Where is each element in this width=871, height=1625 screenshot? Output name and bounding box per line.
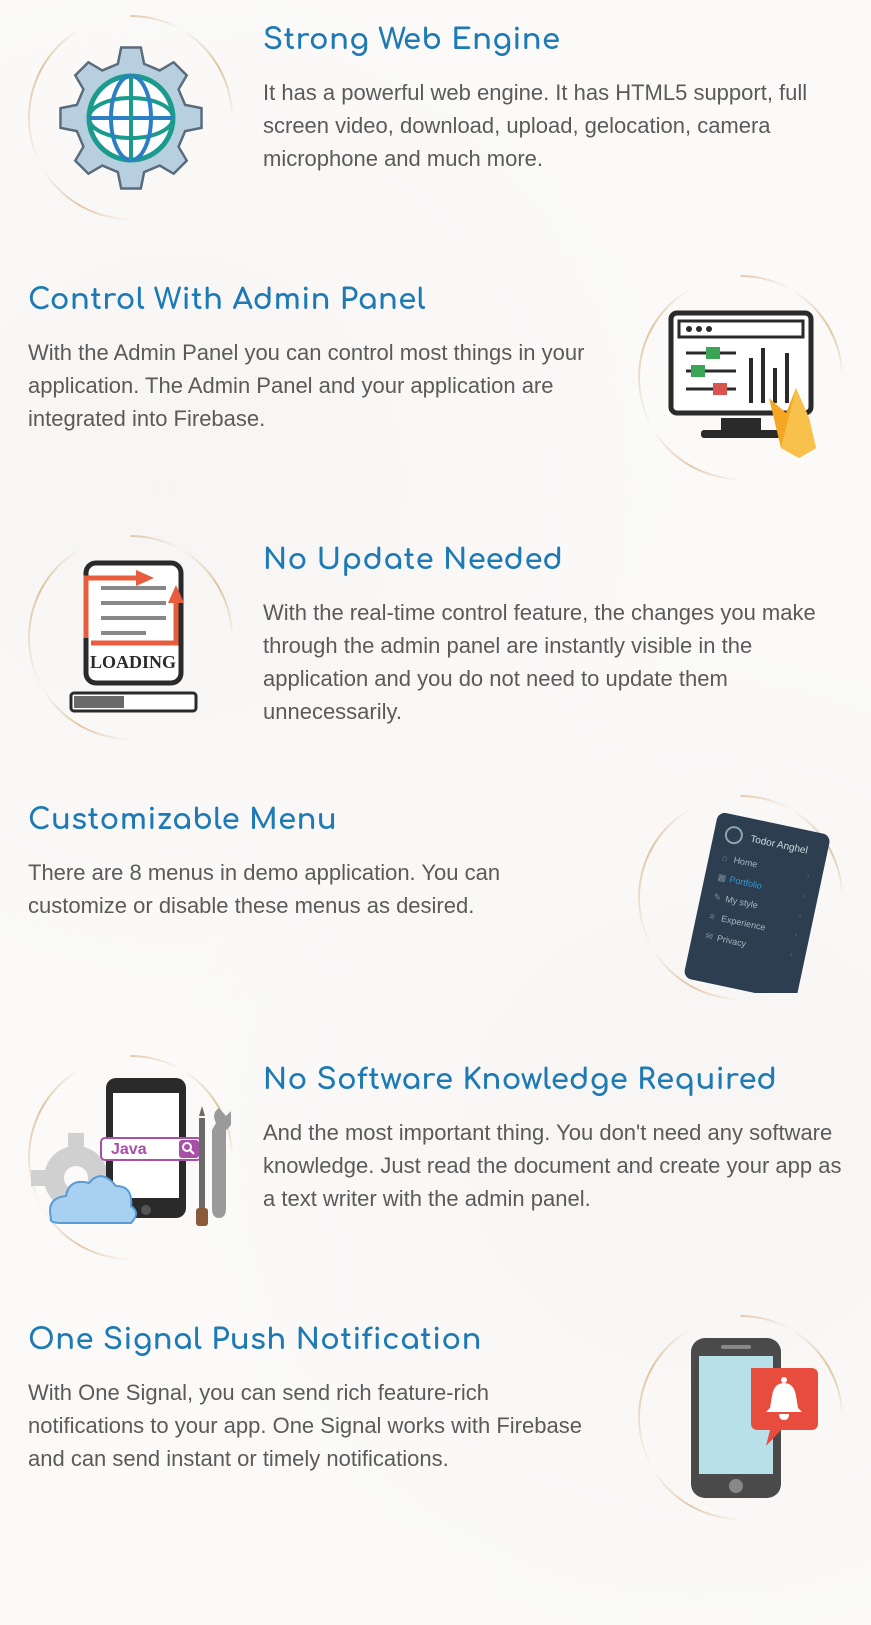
notification-icon [638, 1315, 843, 1520]
no-coding-icon: Java [28, 1055, 233, 1260]
feature-text: Customizable Menu There are 8 menus in d… [28, 795, 608, 922]
feature-no-software: Java No Software Knowledge Required And … [28, 1055, 843, 1260]
feature-title: No Software Knowledge Required [263, 1063, 843, 1096]
menu-icon: Todor Anghel Home Portfolio My style Exp… [638, 795, 843, 1000]
feature-text: Strong Web Engine It has a powerful web … [263, 15, 843, 175]
feature-text: One Signal Push Notification With One Si… [28, 1315, 608, 1475]
feature-body: With the real-time control feature, the … [263, 596, 843, 728]
feature-body: With the Admin Panel you can control mos… [28, 336, 598, 435]
svg-text:Java: Java [111, 1141, 147, 1158]
feature-body: And the most important thing. You don't … [263, 1116, 843, 1215]
feature-web-engine: Strong Web Engine It has a powerful web … [28, 15, 843, 220]
feature-body: It has a powerful web engine. It has HTM… [263, 76, 843, 175]
feature-body: With One Signal, you can send rich featu… [28, 1376, 598, 1475]
feature-admin-panel: Control With Admin Panel With the Admin … [28, 275, 843, 480]
admin-panel-icon [638, 275, 843, 480]
loading-icon: LOADING [28, 535, 233, 740]
web-engine-icon [28, 15, 233, 220]
feature-text: No Software Knowledge Required And the m… [263, 1055, 843, 1215]
feature-push-notification: One Signal Push Notification With One Si… [28, 1315, 843, 1520]
svg-text:LOADING: LOADING [89, 652, 175, 672]
feature-no-update: LOADING No Update Needed With the real-t… [28, 535, 843, 740]
feature-title: One Signal Push Notification [28, 1323, 598, 1356]
feature-title: Control With Admin Panel [28, 283, 598, 316]
feature-text: Control With Admin Panel With the Admin … [28, 275, 608, 435]
feature-custom-menu: Todor Anghel Home Portfolio My style Exp… [28, 795, 843, 1000]
feature-title: No Update Needed [263, 543, 843, 576]
feature-title: Customizable Menu [28, 803, 598, 836]
feature-body: There are 8 menus in demo application. Y… [28, 856, 598, 922]
feature-text: No Update Needed With the real-time cont… [263, 535, 843, 728]
feature-title: Strong Web Engine [263, 23, 843, 56]
